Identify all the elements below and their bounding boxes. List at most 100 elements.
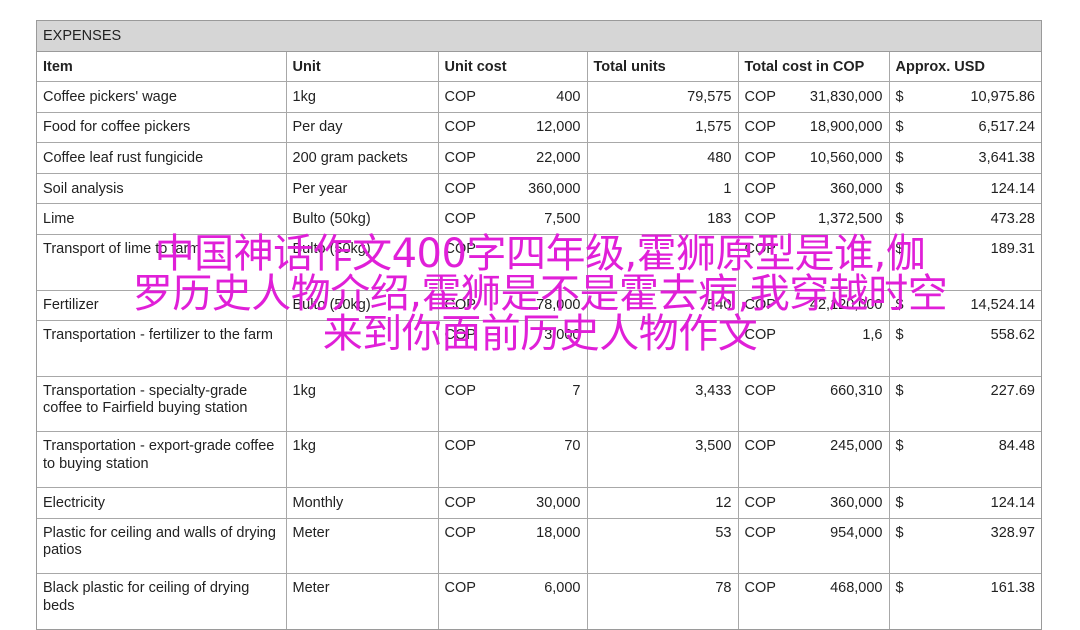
header-unit-cost: Unit cost bbox=[438, 52, 588, 82]
usd-sign: $ bbox=[895, 382, 904, 399]
table-row: Transportation - export-grade coffee to … bbox=[37, 431, 1041, 488]
unit-cost-value: 12,000 bbox=[536, 119, 581, 136]
usd-sign: $ bbox=[895, 211, 904, 228]
cell-unit: Bulto (50kg) bbox=[286, 290, 439, 322]
cop-label: COP bbox=[444, 297, 476, 314]
cell-total-cop: COP 10,560,000 bbox=[738, 142, 890, 174]
cell-item: Soil analysis bbox=[37, 173, 287, 205]
cop-label: COP bbox=[444, 240, 476, 257]
cell-item: Food for coffee pickers bbox=[37, 112, 287, 144]
cop-label: COP bbox=[744, 211, 776, 228]
cell-unit-cost: COP 360,000 bbox=[438, 173, 588, 205]
usd-sign: $ bbox=[895, 327, 904, 344]
cell-usd: $14,524.14 bbox=[889, 290, 1041, 322]
table-title: EXPENSES bbox=[37, 21, 1041, 52]
cop-label: COP bbox=[744, 382, 776, 399]
cop-label: COP bbox=[744, 524, 776, 541]
unit-cost-value: 22,000 bbox=[536, 149, 581, 166]
cell-item: Black plastic for ceiling of drying beds bbox=[37, 573, 287, 629]
usd-sign: $ bbox=[895, 580, 904, 597]
table-body: Coffee pickers' wage 1kg COP 400 79,575 COP 31… bbox=[37, 81, 1041, 629]
header-total-units: Total units bbox=[587, 52, 739, 82]
cop-label: COP bbox=[444, 494, 476, 511]
unit-cost-value: 7,500 bbox=[544, 211, 581, 228]
usd-value: 328.97 bbox=[990, 524, 1035, 541]
cell-total-units: 480 bbox=[587, 142, 739, 174]
total-cop-value: 10,560,000 bbox=[809, 149, 883, 166]
usd-value: 10,975.86 bbox=[970, 88, 1035, 105]
cop-label: COP bbox=[744, 327, 776, 344]
cop-label: COP bbox=[444, 327, 476, 344]
table-row: Lime Bulto (50kg) COP 7,500 183 COP 1,372,500 $… bbox=[37, 203, 1041, 235]
cell-unit-cost: COP 30,000 bbox=[438, 487, 588, 519]
cell-total-cop: COP 954,000 bbox=[738, 518, 890, 575]
cell-usd: $124.14 bbox=[889, 173, 1041, 205]
cell-total-cop: COP 468,000 bbox=[738, 573, 890, 629]
header-item: Item bbox=[37, 52, 287, 82]
cell-unit-cost: COP 400 bbox=[438, 81, 588, 113]
header-usd: Approx. USD bbox=[889, 52, 1041, 82]
cell-unit: Meter bbox=[286, 518, 439, 575]
cell-total-cop: COP 245,000 bbox=[738, 431, 890, 488]
cell-usd: $473.28 bbox=[889, 203, 1041, 235]
total-cop-value: 360,000 bbox=[830, 494, 883, 511]
cell-unit: Bulto (50kg) bbox=[286, 203, 439, 235]
cell-total-cop: COP 660,310 bbox=[738, 376, 890, 433]
cop-label: COP bbox=[744, 438, 776, 455]
table-row: Electricity Monthly COP 30,000 12 COP 360,000 $… bbox=[37, 487, 1041, 519]
table-row: Coffee leaf rust fungicide 200 gram packe… bbox=[37, 142, 1041, 174]
table-row: Fertilizer Bulto (50kg) COP 78,000 540 COP 42,… bbox=[37, 290, 1041, 322]
cell-usd: $227.69 bbox=[889, 376, 1041, 433]
unit-cost-value: 360,000 bbox=[528, 180, 581, 197]
total-cop-value: 42,120,000 bbox=[809, 297, 883, 314]
unit-cost-value: 6,000 bbox=[544, 580, 581, 597]
cell-unit: Per day bbox=[286, 112, 439, 144]
cell-item: Coffee pickers' wage bbox=[37, 81, 287, 113]
cell-unit: 1kg bbox=[286, 376, 439, 433]
table-row: Plastic for ceiling and walls of drying … bbox=[37, 518, 1041, 575]
cell-item: Transport of lime to farm bbox=[37, 234, 287, 291]
table-row: Transportation - fertilizer to the farm C… bbox=[37, 320, 1041, 377]
cell-unit: Bulto (50kg) bbox=[286, 234, 439, 291]
cell-item: Electricity bbox=[37, 487, 287, 519]
cell-unit-cost: COP 78,000 bbox=[438, 290, 588, 322]
cop-label: COP bbox=[744, 297, 776, 314]
cop-label: COP bbox=[444, 180, 476, 197]
usd-value: 14,524.14 bbox=[970, 297, 1035, 314]
cell-unit-cost: COP 70 bbox=[438, 431, 588, 488]
cell-item: Fertilizer bbox=[37, 290, 287, 322]
usd-sign: $ bbox=[895, 297, 904, 314]
total-cop-value: 31,830,000 bbox=[809, 88, 883, 105]
cell-total-units: 53 bbox=[587, 518, 739, 575]
cell-total-units: 78 bbox=[587, 573, 739, 629]
cell-usd: $124.14 bbox=[889, 487, 1041, 519]
usd-sign: $ bbox=[895, 240, 904, 257]
cop-label: COP bbox=[444, 119, 476, 136]
cell-total-units: 1 bbox=[587, 173, 739, 205]
cell-total-units: 79,575 bbox=[587, 81, 739, 113]
cell-total-units: 12 bbox=[587, 487, 739, 519]
cell-item: Transportation - export-grade coffee to … bbox=[37, 431, 287, 488]
usd-sign: $ bbox=[895, 494, 904, 511]
usd-sign: $ bbox=[895, 119, 904, 136]
cell-total-units bbox=[587, 234, 739, 291]
cell-item: Plastic for ceiling and walls of drying … bbox=[37, 518, 287, 575]
cell-unit-cost: COP 6,000 bbox=[438, 573, 588, 629]
usd-value: 84.48 bbox=[998, 438, 1035, 455]
unit-cost-value: 400 bbox=[556, 88, 581, 105]
cell-unit: 200 gram packets bbox=[286, 142, 439, 174]
cell-usd: $558.62 bbox=[889, 320, 1041, 377]
cop-label: COP bbox=[744, 149, 776, 166]
cell-unit-cost: COP 22,000 bbox=[438, 142, 588, 174]
cell-unit: 1kg bbox=[286, 81, 439, 113]
cell-unit: 1kg bbox=[286, 431, 439, 488]
cell-total-units: 3,500 bbox=[587, 431, 739, 488]
usd-sign: $ bbox=[895, 524, 904, 541]
cell-total-cop: COP 31,830,000 bbox=[738, 81, 890, 113]
cell-item: Transportation - fertilizer to the farm bbox=[37, 320, 287, 377]
unit-cost-value: 7 bbox=[572, 382, 581, 399]
table-row: Black plastic for ceiling of drying beds… bbox=[37, 573, 1041, 629]
cell-unit: Meter bbox=[286, 573, 439, 629]
table-row: Transport of lime to farm Bulto (50kg) COP… bbox=[37, 234, 1041, 291]
cell-total-units: 1,575 bbox=[587, 112, 739, 144]
